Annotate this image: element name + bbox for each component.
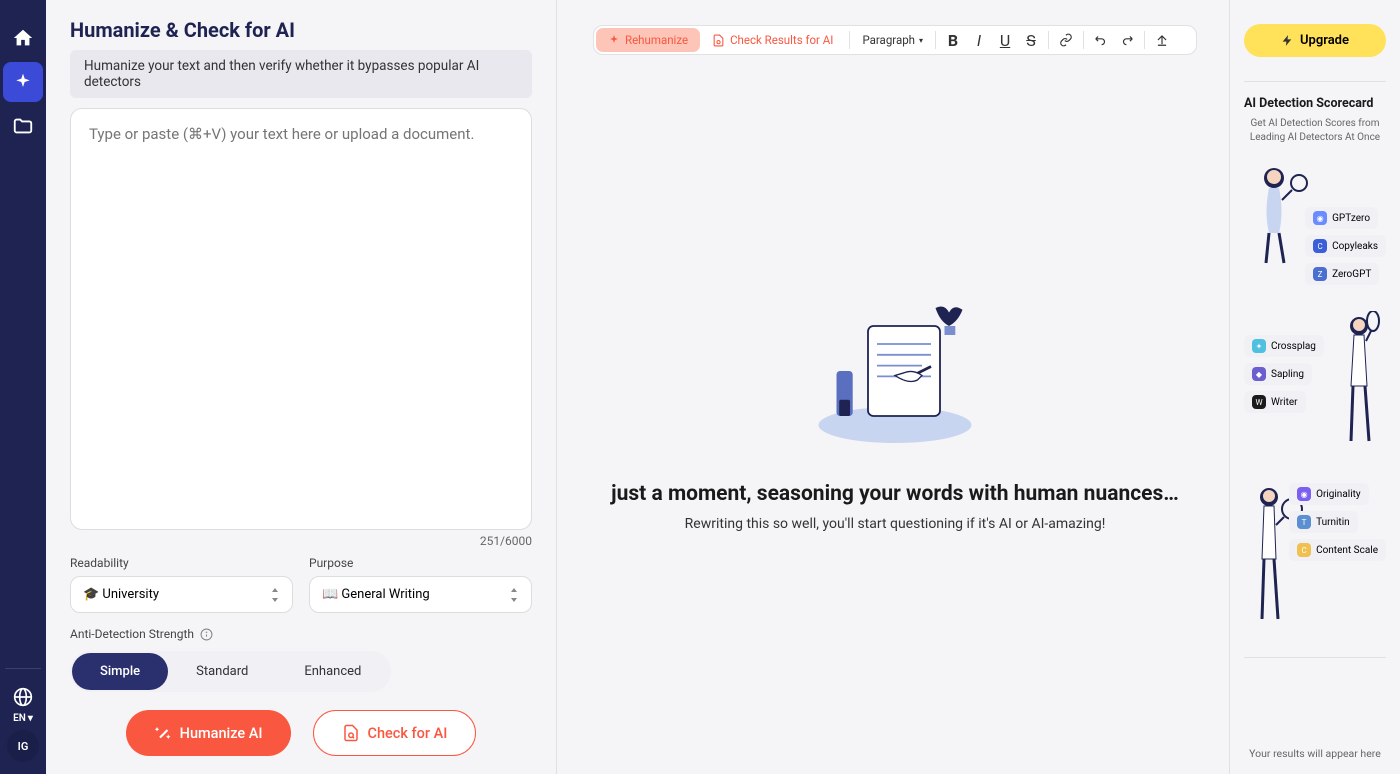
text-input[interactable] — [70, 108, 532, 530]
home-icon — [12, 27, 34, 49]
avatar[interactable]: IG — [7, 730, 39, 762]
strength-enhanced[interactable]: Enhanced — [276, 653, 389, 690]
detector-tag: CContent Scale — [1289, 539, 1386, 561]
detector-group-2: ✦Crossplag ◆Sapling WWriter — [1244, 311, 1386, 451]
strike-button[interactable]: S — [1018, 28, 1044, 52]
globe-icon[interactable] — [13, 687, 33, 707]
page-title: Humanize & Check for AI — [70, 18, 532, 42]
strength-standard[interactable]: Standard — [168, 653, 276, 690]
paragraph-select[interactable]: Paragraph ▾ — [854, 33, 931, 47]
readability-label: Readability — [70, 556, 293, 570]
sidebar-folder[interactable] — [3, 106, 43, 146]
loading-title: just a moment, seasoning your words with… — [611, 482, 1179, 506]
upgrade-button[interactable]: Upgrade — [1244, 24, 1386, 57]
loading-subtitle: Rewriting this so well, you'll start que… — [685, 516, 1106, 532]
person-illustration — [1331, 311, 1386, 451]
strength-label: Anti-Detection Strength — [70, 627, 532, 641]
upload-button[interactable] — [1149, 28, 1175, 52]
bold-button[interactable]: B — [940, 28, 966, 52]
info-icon[interactable] — [200, 628, 213, 641]
notebook-illustration — [805, 272, 985, 452]
purpose-select[interactable]: 📖 General Writing — [309, 576, 532, 613]
main: Humanize & Check for AI Humanize your te… — [46, 0, 1400, 774]
strength-simple[interactable]: Simple — [72, 653, 168, 690]
detector-tag: ✦Crossplag — [1244, 335, 1324, 357]
detector-group-3: ◉Originality TTurnitin CContent Scale — [1244, 479, 1386, 629]
link-button[interactable] — [1053, 28, 1079, 52]
undo-button[interactable] — [1088, 28, 1114, 52]
scorecard-panel: Upgrade AI Detection Scorecard Get AI De… — [1230, 0, 1400, 774]
sidebar-divider — [5, 668, 41, 669]
detector-group-1: ◉GPTzero CCopyleaks ZZeroGPT — [1244, 163, 1386, 283]
underline-button[interactable]: U — [992, 28, 1018, 52]
results-placeholder: Your results will appear here — [1244, 747, 1386, 760]
scorecard-subtitle: Get AI Detection Scores from Leading AI … — [1244, 117, 1386, 145]
detector-tag: TTurnitin — [1289, 511, 1358, 533]
humanize-button[interactable]: Humanize AI — [126, 710, 291, 756]
editor-toolbar: Rehumanize Check Results for AI Paragrap… — [593, 25, 1197, 55]
char-counter: 251/6000 — [70, 534, 532, 548]
redo-button[interactable] — [1114, 28, 1140, 52]
readability-select[interactable]: 🎓 University — [70, 576, 293, 613]
scorecard-title: AI Detection Scorecard — [1244, 96, 1386, 111]
loading-area: just a moment, seasoning your words with… — [593, 55, 1197, 749]
left-panel: Humanize & Check for AI Humanize your te… — [46, 0, 556, 774]
sidebar-sparkle[interactable] — [3, 62, 43, 102]
right-panel: Rehumanize Check Results for AI Paragrap… — [557, 0, 1229, 774]
doc-search-icon — [712, 34, 725, 47]
link-icon — [1059, 33, 1073, 47]
rehumanize-button[interactable]: Rehumanize — [596, 28, 700, 52]
undo-icon — [1094, 33, 1108, 47]
detector-tag: ◉GPTzero — [1305, 207, 1378, 229]
person-illustration — [1244, 163, 1314, 273]
doc-search-icon — [342, 724, 360, 742]
sparkle-icon — [13, 72, 33, 92]
check-button[interactable]: Check for AI — [313, 710, 477, 756]
language-selector[interactable]: EN▾ — [13, 713, 33, 724]
detector-tag: ◆Sapling — [1244, 363, 1312, 385]
folder-icon — [12, 115, 34, 137]
strength-segmented: Simple Standard Enhanced — [70, 651, 391, 692]
detector-tag: ZZeroGPT — [1305, 263, 1379, 285]
updown-icon — [509, 588, 519, 602]
detector-tag: CCopyleaks — [1305, 235, 1386, 257]
sidebar-home[interactable] — [3, 18, 43, 58]
wand-icon — [154, 724, 172, 742]
check-results-button[interactable]: Check Results for AI — [700, 28, 845, 52]
page-subtitle: Humanize your text and then verify wheth… — [70, 50, 532, 98]
updown-icon — [270, 588, 280, 602]
upload-icon — [1155, 33, 1169, 47]
purpose-label: Purpose — [309, 556, 532, 570]
sparkle-icon — [608, 34, 620, 46]
italic-button[interactable]: I — [966, 28, 992, 52]
detector-tag: ◉Originality — [1289, 483, 1369, 505]
sidebar: EN▾ IG — [0, 0, 46, 774]
redo-icon — [1120, 33, 1134, 47]
detector-tag: WWriter — [1244, 391, 1306, 413]
bolt-icon — [1281, 34, 1294, 47]
